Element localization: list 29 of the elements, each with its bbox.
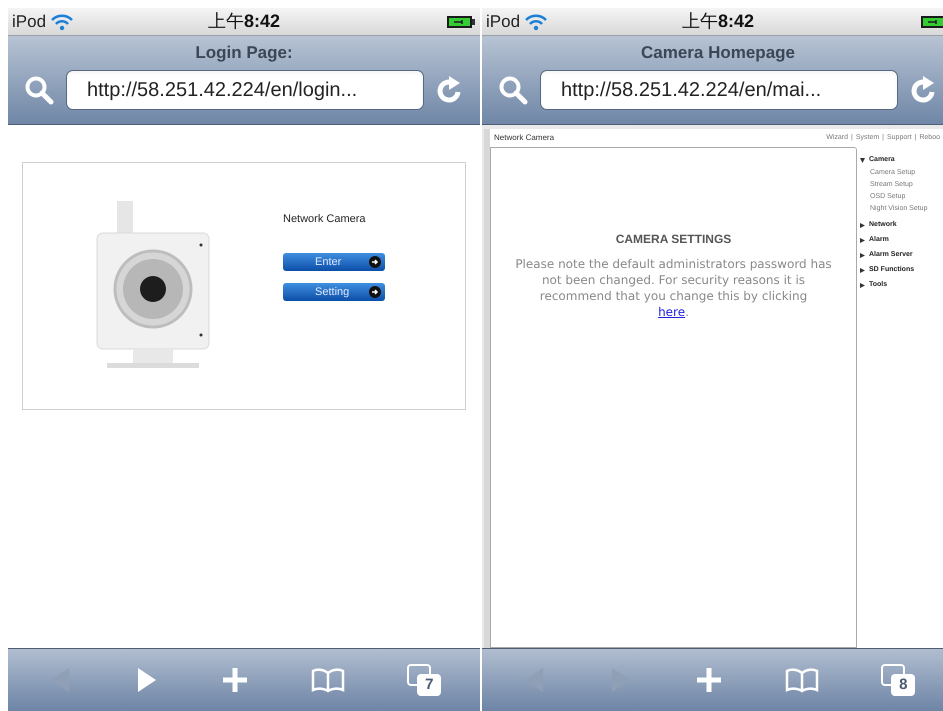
open-book-icon[interactable]	[310, 667, 346, 693]
settings-heading: CAMERA SETTINGS	[616, 231, 732, 248]
clock-time: 上午8:42	[208, 10, 280, 33]
open-book-icon[interactable]	[784, 667, 820, 693]
arrow-circle-icon	[369, 286, 381, 298]
battery-icon	[446, 14, 476, 28]
page-title: Camera Homepage	[640, 42, 795, 64]
add-icon[interactable]	[694, 666, 723, 694]
carrier-label: iPod	[12, 10, 46, 33]
battery-icon	[920, 14, 943, 28]
tabs-button[interactable]: 7	[407, 664, 442, 696]
wifi-icon	[50, 12, 74, 30]
arrow-circle-icon	[369, 256, 381, 268]
here-link[interactable]: here	[658, 305, 686, 319]
site-title: Network Camera	[494, 132, 554, 144]
login-option-button[interactable]: Setting	[283, 283, 385, 302]
add-icon[interactable]	[220, 666, 249, 694]
login-option-button[interactable]: Enter	[283, 253, 385, 272]
clock-time: 上午8:42	[682, 10, 754, 33]
search-icon[interactable]	[24, 75, 54, 105]
carrier-label: iPod	[486, 10, 520, 33]
tabs-button[interactable]: 8	[881, 664, 916, 696]
password-notice: Please note the default administrators password has not been changed. For security reasons it is recommend that you change this by clicking here.	[514, 256, 833, 320]
url-field[interactable]: http://58.251.42.224/en/login...	[66, 70, 424, 110]
wifi-icon	[524, 12, 548, 30]
search-icon[interactable]	[498, 75, 528, 105]
url-field[interactable]: http://58.251.42.224/en/mai...	[540, 70, 898, 110]
page-title: Login Page:	[195, 42, 293, 64]
camera-name-label: Network Camera	[283, 212, 367, 227]
